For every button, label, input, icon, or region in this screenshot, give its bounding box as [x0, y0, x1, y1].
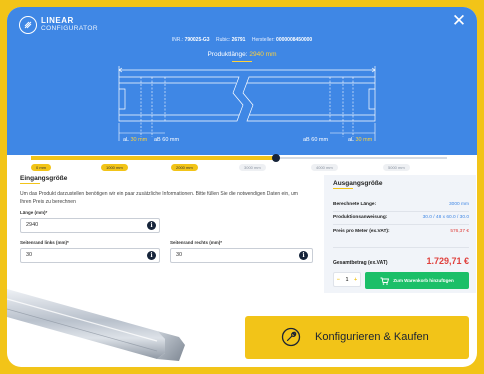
al-left-text: aL [123, 137, 129, 143]
ab-right-label: aB 60 mm [303, 137, 329, 143]
price-per-meter-label: Preis pro Meter (ex.VAT): [333, 229, 390, 234]
right-margin-label: Seitenrand rechts (mm)* [170, 240, 223, 245]
production-instruction-value: 30.0 / 48 x 60.0 / 30.0 [422, 215, 469, 220]
rubic-value: 26791 [231, 37, 246, 43]
logo-subtitle: CONFIGURATOR [41, 25, 98, 32]
length-info-icon[interactable]: i [147, 221, 156, 230]
quantity-value[interactable]: 1 [345, 277, 348, 283]
divider [333, 211, 469, 212]
slider-tick-5000: 5000 mm [383, 164, 410, 171]
output-panel: Ausgangsgröße Berechnete Länge: 3000 mm … [324, 175, 476, 293]
left-margin-info-icon[interactable]: i [147, 251, 156, 260]
wrench-icon [281, 327, 301, 347]
product-length: Produktlänge: 2940 mm [7, 51, 477, 58]
slider-tick-2000: 2000 mm [171, 164, 198, 171]
calculated-length-row: Berechnete Länge: 3000 mm [333, 202, 469, 207]
right-margin-field[interactable]: 30 [170, 248, 313, 263]
price-per-meter-row: Preis pro Meter (ex.VAT): 576,37 € [333, 229, 469, 234]
hersteller-label: Hersteller: [251, 37, 275, 43]
logo: LINEAR CONFIGURATOR [19, 16, 98, 34]
quantity-plus-button[interactable]: + [354, 277, 357, 283]
configurator-window: LINEAR CONFIGURATOR ✕ INR.: 790025-G3 Ru… [7, 7, 477, 367]
hersteller-value: 0000008450000 [276, 37, 313, 43]
configure-buy-label: Konfigurieren & Kaufen [315, 331, 429, 343]
add-to-cart-button[interactable]: Zum Warenkorb hinzufügen [365, 272, 469, 289]
product-length-label: Produktlänge: [207, 51, 248, 58]
slider-tick-0: 0 mm [31, 164, 51, 171]
left-margin-field[interactable]: 30 [20, 248, 160, 263]
slider-tick-3000: 3000 mm [239, 164, 266, 171]
input-section-description: Um das Produkt darzustellen benötigen wi… [20, 191, 298, 205]
length-slider[interactable]: 0 mm 1000 mm 2000 mm 3000 mm 4000 mm 500… [7, 154, 477, 175]
product-meta: INR.: 790025-G3 Rubic: 26791 Hersteller:… [7, 37, 477, 43]
inr-value: 790025-G3 [184, 37, 210, 43]
configure-buy-button[interactable]: Konfigurieren & Kaufen [245, 316, 469, 359]
ab-left-label: aB 60 mm [154, 137, 180, 143]
al-right-text: aL [348, 137, 354, 143]
al-right-value: 30 mm [355, 137, 373, 143]
rail-right-half [242, 76, 376, 122]
al-left-value: 30 mm [130, 137, 148, 143]
slider-handle[interactable] [272, 154, 280, 162]
rubic-label: Rubic: [215, 37, 231, 43]
production-instruction-row: Produktionsanweisung: 30.0 / 48 x 60.0 /… [333, 215, 469, 220]
slider-tick-4000: 4000 mm [311, 164, 338, 171]
cart-icon [380, 277, 390, 285]
divider [333, 224, 469, 225]
inr-label: INR.: [171, 37, 184, 43]
total-value: 1.729,71 € [426, 256, 469, 266]
divider [333, 247, 469, 248]
rail-left-half [118, 76, 244, 122]
right-margin-info-icon[interactable]: i [299, 251, 308, 260]
add-to-cart-label: Zum Warenkorb hinzufügen [393, 278, 454, 283]
product-length-value: 2940 mm [249, 51, 277, 58]
input-section-underline [20, 183, 40, 184]
total-label: Gesamtbetrag (ex.VAT) [333, 260, 388, 266]
price-per-meter-value: 576,37 € [450, 229, 469, 234]
output-section-underline [333, 188, 353, 189]
length-field[interactable]: 2940 [20, 218, 160, 233]
input-section-title: Eingangsgröße [20, 175, 68, 182]
al-left-label: aL 30 mm [123, 137, 147, 143]
production-instruction-label: Produktionsanweisung: [333, 215, 388, 220]
hero-panel: LINEAR CONFIGURATOR ✕ INR.: 790025-G3 Ru… [7, 7, 477, 155]
rail-product-image [7, 289, 185, 361]
quantity-stepper: − 1 + [333, 272, 361, 287]
calculated-length-label: Berechnete Länge: [333, 202, 377, 207]
slider-tick-1000: 1000 mm [101, 164, 128, 171]
input-section: Eingangsgröße Um das Produkt darzustelle… [20, 175, 316, 206]
close-icon[interactable]: ✕ [451, 12, 467, 29]
output-section-title: Ausgangsgröße [333, 180, 383, 187]
left-margin-label: Seitenrand links (mm)* [20, 240, 69, 245]
logo-title: LINEAR [41, 16, 74, 25]
quantity-minus-button[interactable]: − [337, 277, 340, 283]
slider-fill [31, 156, 276, 160]
al-right-label: aL 30 mm [348, 137, 372, 143]
length-field-label: Länge (mm)* [20, 210, 48, 215]
logo-icon [19, 16, 37, 34]
calculated-length-value: 3000 mm [449, 202, 469, 207]
rail-diagram [118, 66, 376, 141]
